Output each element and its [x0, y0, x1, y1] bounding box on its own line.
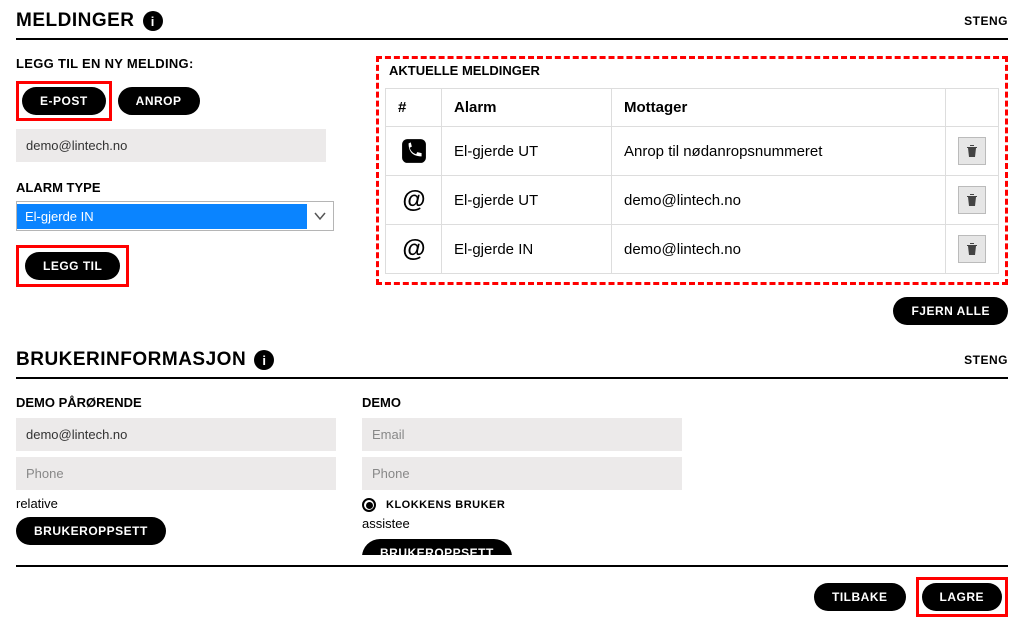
user1-email-input[interactable]	[16, 418, 336, 451]
user1-name: DEMO PÅRØRENDE	[16, 395, 336, 410]
user2-brukeroppsett-button[interactable]: BRUKEROPPSETT	[362, 539, 512, 555]
table-row: @ El-gjerde IN demo@lintech.no	[386, 225, 999, 274]
cell-mottager: Anrop til nødanropsnummeret	[612, 127, 946, 176]
recipient-email-input[interactable]	[16, 129, 326, 162]
messages-table: # Alarm Mottager El-gjerde UT Anrop til …	[385, 88, 999, 274]
legg-til-button[interactable]: LEGG TIL	[25, 252, 120, 280]
meldinger-header: MELDINGER i STENG	[16, 10, 1008, 40]
user2-name: DEMO	[362, 395, 682, 410]
epost-tab[interactable]: E-POST	[22, 87, 106, 115]
add-new-message-label: LEGG TIL EN NY MELDING:	[16, 56, 356, 71]
user2-role: assistee	[362, 516, 682, 531]
aktuelle-title: AKTUELLE MELDINGER	[389, 59, 999, 78]
divider	[16, 565, 1008, 567]
user2-phone-input[interactable]	[362, 457, 682, 490]
delete-button[interactable]	[958, 137, 986, 165]
at-icon: @	[398, 187, 429, 213]
tilbake-button[interactable]: TILBAKE	[814, 583, 906, 611]
highlight-epost: E-POST	[16, 81, 112, 121]
aktuelle-meldinger-panel: AKTUELLE MELDINGER # Alarm Mottager	[376, 56, 1008, 285]
user2-email-input[interactable]	[362, 418, 682, 451]
col-actions	[946, 89, 999, 127]
brukerinfo-header: BRUKERINFORMASJON i STENG	[16, 349, 1008, 379]
alarm-type-select[interactable]: El-gjerde IN	[16, 201, 334, 231]
cell-alarm: El-gjerde UT	[442, 127, 612, 176]
fjern-alle-button[interactable]: FJERN ALLE	[893, 297, 1008, 325]
klokkens-bruker-radio[interactable]	[362, 498, 376, 512]
cell-alarm: El-gjerde UT	[442, 176, 612, 225]
user1-brukeroppsett-button[interactable]: BRUKEROPPSETT	[16, 517, 166, 545]
brukerinfo-close[interactable]: STENG	[964, 353, 1008, 367]
info-icon[interactable]: i	[254, 350, 274, 370]
delete-button[interactable]	[958, 235, 986, 263]
anrop-tab[interactable]: ANROP	[118, 87, 200, 115]
delete-button[interactable]	[958, 186, 986, 214]
klokkens-bruker-label: KLOKKENS BRUKER	[386, 499, 505, 511]
user1-phone-input[interactable]	[16, 457, 336, 490]
chevron-down-icon	[307, 202, 333, 230]
col-alarm: Alarm	[442, 89, 612, 127]
cell-alarm: El-gjerde IN	[442, 225, 612, 274]
meldinger-title: MELDINGER	[16, 10, 135, 32]
highlight-lagre: LAGRE	[916, 577, 1009, 617]
brukerinfo-title: BRUKERINFORMASJON	[16, 349, 246, 371]
cell-mottager: demo@lintech.no	[612, 225, 946, 274]
svg-text:@: @	[402, 187, 425, 213]
table-row: El-gjerde UT Anrop til nødanropsnummeret	[386, 127, 999, 176]
col-mottager: Mottager	[612, 89, 946, 127]
col-hash: #	[386, 89, 442, 127]
cell-mottager: demo@lintech.no	[612, 176, 946, 225]
user1-role: relative	[16, 496, 336, 511]
at-icon: @	[398, 236, 429, 262]
lagre-button[interactable]: LAGRE	[922, 583, 1003, 611]
svg-text:@: @	[402, 236, 425, 262]
alarm-type-value: El-gjerde IN	[17, 204, 307, 229]
highlight-legg-til: LEGG TIL	[16, 245, 129, 287]
meldinger-close[interactable]: STENG	[964, 14, 1008, 28]
phone-icon	[398, 138, 429, 164]
alarm-type-label: ALARM TYPE	[16, 180, 356, 195]
table-row: @ El-gjerde UT demo@lintech.no	[386, 176, 999, 225]
info-icon[interactable]: i	[143, 11, 163, 31]
